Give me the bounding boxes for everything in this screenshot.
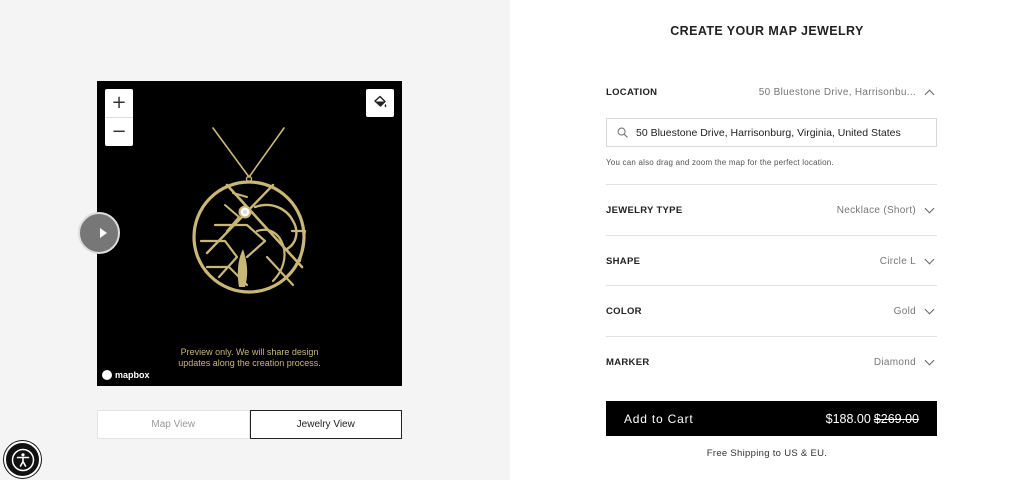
location-helper-text: You can also drag and zoom the map for t… bbox=[606, 158, 834, 167]
jewelry-type-label: JEWELRY TYPE bbox=[606, 204, 683, 216]
preview-note-line1: Preview only. We will share design bbox=[180, 347, 319, 357]
preview-note-line2: updates along the creation process. bbox=[178, 358, 321, 368]
mapbox-icon bbox=[102, 370, 112, 380]
preview-disclaimer: Preview only. We will share design updat… bbox=[97, 347, 402, 369]
color-label: COLOR bbox=[606, 305, 642, 317]
price-group: $188.00 $269.00 bbox=[826, 412, 919, 426]
paint-bucket-button[interactable] bbox=[366, 89, 394, 117]
zoom-out-button[interactable]: − bbox=[105, 118, 133, 146]
color-value: Gold bbox=[893, 305, 916, 317]
location-label: LOCATION bbox=[606, 86, 658, 98]
jewelry-type-option[interactable]: JEWELRY TYPE Necklace (Short) bbox=[606, 185, 937, 235]
shape-value: Circle L bbox=[879, 255, 916, 267]
color-option[interactable]: COLOR Gold bbox=[606, 286, 937, 336]
mapbox-logo[interactable]: mapbox bbox=[102, 370, 150, 380]
zoom-control: + − bbox=[105, 89, 133, 146]
location-option[interactable]: LOCATION 50 Bluestone Drive, Harrisonbu.… bbox=[606, 67, 937, 117]
chevron-down-icon bbox=[924, 203, 935, 213]
add-to-cart-label: Add to Cart bbox=[624, 411, 694, 426]
chevron-down-icon bbox=[924, 254, 935, 264]
shape-label: SHAPE bbox=[606, 255, 641, 267]
mapbox-label: mapbox bbox=[115, 370, 150, 380]
add-to-cart-button[interactable]: Add to Cart $188.00 $269.00 bbox=[606, 401, 937, 436]
jewelry-type-value: Necklace (Short) bbox=[836, 204, 916, 216]
search-icon bbox=[617, 127, 628, 138]
jewelry-view-button[interactable]: Jewelry View bbox=[249, 410, 402, 439]
sale-price: $188.00 bbox=[825, 411, 871, 426]
shipping-note: Free Shipping to US & EU. bbox=[706, 448, 828, 459]
play-button[interactable] bbox=[78, 212, 120, 254]
view-toggle: Map View Jewelry View bbox=[97, 410, 402, 439]
zoom-in-button[interactable]: + bbox=[105, 89, 133, 117]
map-view-button[interactable]: Map View bbox=[97, 410, 250, 439]
chevron-up-icon bbox=[924, 89, 935, 99]
preview-panel: + − Preview only. We will share design u… bbox=[0, 0, 510, 480]
configurator-panel: CREATE YOUR MAP JEWELRY LOCATION 50 Blue… bbox=[510, 0, 1024, 480]
marker-label: MARKER bbox=[606, 356, 650, 368]
marker-value: Diamond bbox=[873, 356, 916, 368]
page-title: CREATE YOUR MAP JEWELRY bbox=[670, 24, 864, 38]
location-value: 50 Bluestone Drive, Harrisonbu... bbox=[758, 86, 916, 98]
shape-option[interactable]: SHAPE Circle L bbox=[606, 236, 937, 286]
jewelry-preview-map[interactable]: + − Preview only. We will share design u… bbox=[97, 81, 402, 386]
accessibility-button[interactable] bbox=[4, 441, 41, 478]
location-search-input[interactable] bbox=[636, 126, 926, 139]
marker-option[interactable]: MARKER Diamond bbox=[606, 337, 937, 387]
necklace-illustration bbox=[192, 127, 307, 294]
chevron-down-icon bbox=[924, 355, 935, 365]
chevron-down-icon bbox=[924, 304, 935, 314]
accessibility-icon bbox=[11, 448, 34, 471]
original-price: $269.00 bbox=[873, 411, 919, 426]
paint-bucket-icon bbox=[374, 95, 387, 108]
location-search bbox=[606, 118, 937, 147]
play-icon bbox=[100, 228, 107, 238]
